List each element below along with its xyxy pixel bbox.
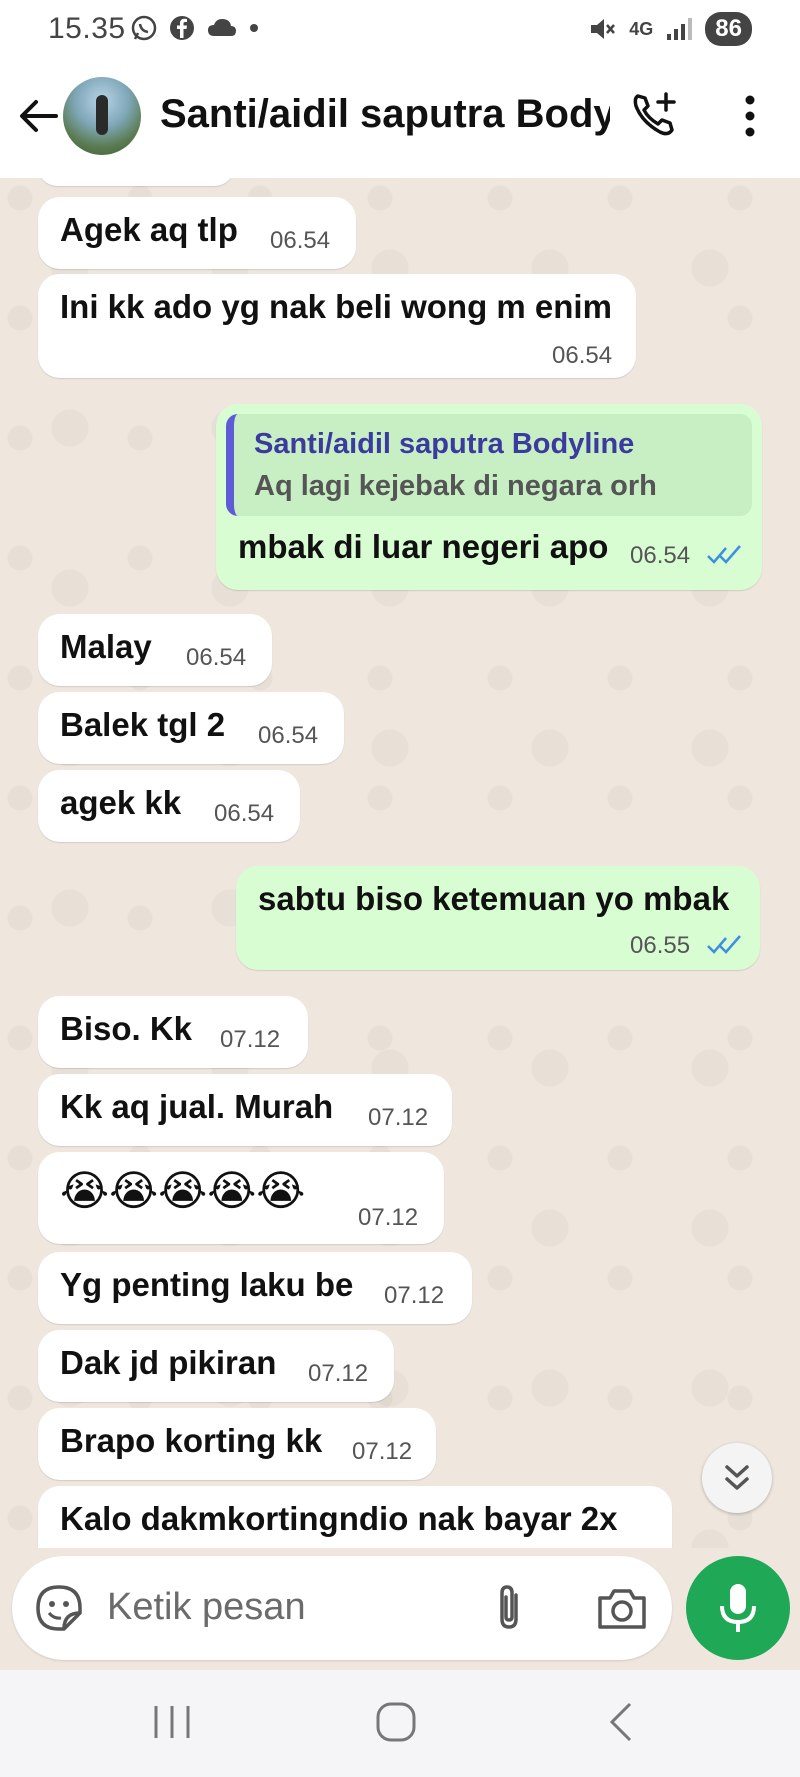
message-bubble-outgoing[interactable]: Santi/aidil saputra Bodyline Aq lagi kej…	[216, 404, 762, 590]
message-bubble[interactable]: Kalo dakmkortingndio nak bayar 2x	[38, 1486, 672, 1548]
nav-back-icon[interactable]	[600, 1700, 644, 1744]
home-icon[interactable]	[374, 1700, 418, 1744]
message-bubble[interactable]: 😭😭😭😭😭 07.12	[38, 1152, 444, 1244]
message-text: Dak jd pikiran	[60, 1344, 277, 1381]
message-text: Kk aq jual. Murah	[60, 1088, 334, 1125]
status-bar: 15.35 4G 86	[0, 0, 800, 60]
message-bubble[interactable]: Biso. Kk 07.12	[38, 996, 308, 1068]
message-time: 07.12	[384, 1282, 445, 1309]
message-bubble[interactable]: Dak jd pikiran 07.12	[38, 1330, 394, 1402]
message-bubble-partial[interactable]	[38, 178, 234, 186]
back-arrow-icon[interactable]	[16, 94, 60, 138]
cloud-icon	[208, 19, 236, 36]
message-text: Kalo dakmkortingndio nak bayar 2x	[60, 1500, 618, 1537]
network-type: 4G	[629, 18, 654, 39]
message-time: 06.54	[214, 800, 275, 827]
message-time: 07.12	[358, 1204, 419, 1231]
signal-icon	[667, 18, 693, 40]
message-bubble[interactable]: Agek aq tlp 06.54	[38, 197, 356, 269]
quoted-text: Aq lagi kejebak di negara orh	[254, 470, 657, 502]
chat-area[interactable]: Agek aq tlp 06.54 Ini kk ado yg nak beli…	[0, 178, 800, 1548]
message-bubble[interactable]: Malay 06.54	[38, 614, 272, 686]
chat-title[interactable]: Santi/aidil saputra Bodyl...	[160, 92, 610, 137]
system-nav-bar	[0, 1670, 800, 1777]
message-text: agek kk	[60, 784, 182, 821]
read-ticks-icon	[707, 545, 741, 564]
message-text: mbak di luar negeri apo	[238, 528, 609, 565]
message-bubble[interactable]: Ini kk ado yg nak beli wong m enim 06.54	[38, 274, 636, 378]
message-bubble[interactable]: Balek tgl 2 06.54	[38, 692, 344, 764]
message-bubble[interactable]: Brapo korting kk 07.12	[38, 1408, 436, 1480]
message-time: 06.54	[630, 542, 691, 569]
chat-header: Santi/aidil saputra Bodyl...	[0, 60, 800, 178]
sticker-icon[interactable]	[34, 1583, 84, 1633]
contact-avatar[interactable]	[63, 77, 141, 155]
message-text: sabtu biso ketemuan yo mbak	[258, 880, 730, 917]
status-notification-icons	[130, 14, 260, 42]
message-bubble[interactable]: agek kk 06.54	[38, 770, 300, 842]
voice-message-button[interactable]	[686, 1556, 790, 1660]
message-input-bar[interactable]: Ketik pesan	[12, 1556, 672, 1660]
message-time: 06.54	[186, 644, 247, 671]
quoted-message[interactable]: Santi/aidil saputra Bodyline Aq lagi kej…	[226, 414, 752, 516]
quoted-sender: Santi/aidil saputra Bodyline	[254, 428, 635, 460]
message-time: 06.54	[552, 342, 613, 369]
status-system-icons: 4G 86	[587, 12, 752, 46]
message-time: 06.55	[630, 932, 691, 959]
message-time: 07.12	[368, 1104, 429, 1131]
scroll-to-bottom-button[interactable]	[702, 1443, 772, 1513]
message-bubble[interactable]: Kk aq jual. Murah 07.12	[38, 1074, 452, 1146]
camera-icon[interactable]	[596, 1586, 648, 1632]
message-text: 😭😭😭😭😭	[60, 1167, 306, 1214]
message-bubble[interactable]: Yg penting laku be 07.12	[38, 1252, 472, 1324]
message-text: Malay	[60, 628, 152, 665]
facebook-icon	[170, 16, 194, 40]
message-text: Yg penting laku be	[60, 1266, 354, 1303]
read-ticks-icon	[707, 935, 741, 954]
message-time: 07.12	[220, 1026, 281, 1053]
message-text: Brapo korting kk	[60, 1422, 323, 1459]
whatsapp-icon	[131, 15, 157, 41]
mute-icon	[591, 19, 616, 39]
more-vert-icon[interactable]	[738, 94, 762, 138]
message-time: 07.12	[352, 1438, 413, 1465]
dot-icon	[250, 24, 258, 32]
message-text: Agek aq tlp	[60, 211, 238, 248]
mic-icon	[720, 1584, 756, 1632]
chevron-double-down-icon	[725, 1465, 749, 1490]
message-bubble-outgoing[interactable]: sabtu biso ketemuan yo mbak 06.55	[236, 866, 760, 970]
recents-icon[interactable]	[150, 1700, 194, 1744]
message-text: Biso. Kk	[60, 1010, 193, 1047]
message-time: 06.54	[258, 722, 319, 749]
message-text: Balek tgl 2	[60, 706, 226, 743]
status-time: 15.35	[48, 12, 126, 45]
message-input[interactable]: Ketik pesan	[107, 1586, 306, 1629]
attach-icon[interactable]	[490, 1583, 530, 1633]
message-time: 07.12	[308, 1360, 369, 1387]
add-call-icon[interactable]	[630, 90, 680, 140]
message-text: Ini kk ado yg nak beli wong m enim	[60, 288, 612, 325]
battery-level: 86	[705, 12, 752, 46]
message-time: 06.54	[270, 227, 331, 254]
